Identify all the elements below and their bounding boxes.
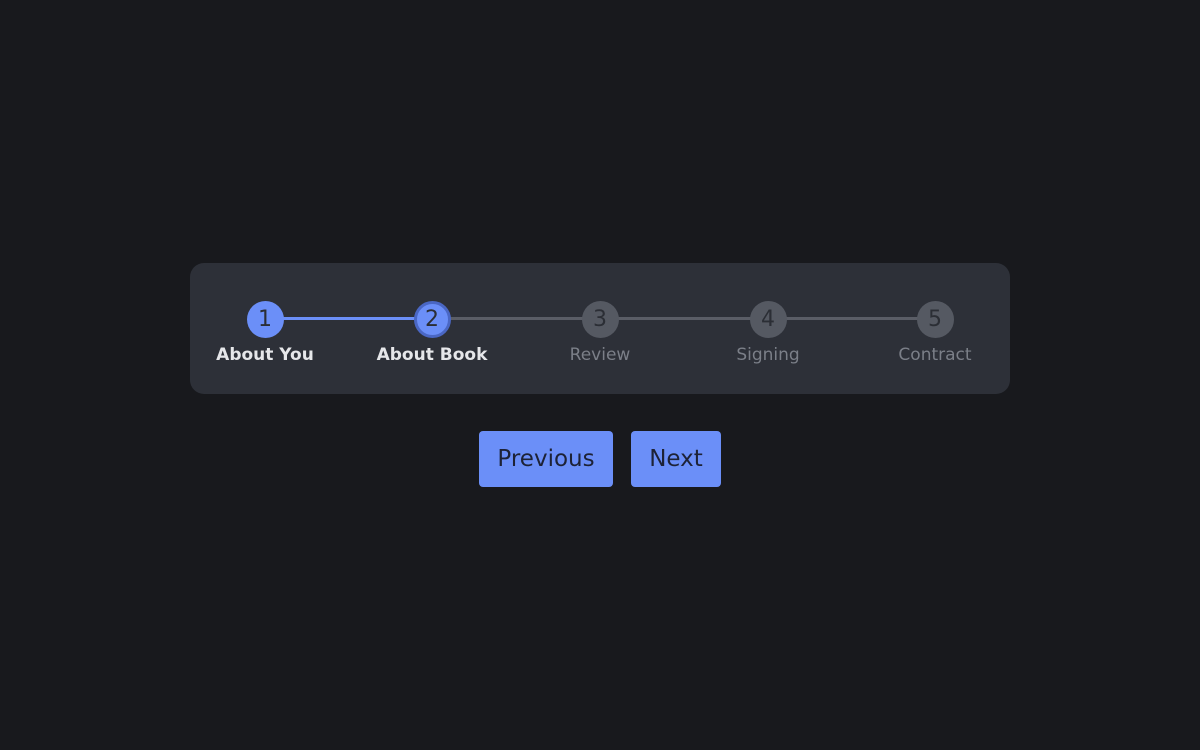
step-number: 1	[246, 301, 284, 338]
step-number: 2	[413, 301, 451, 338]
step-number: 4	[749, 301, 787, 338]
step-label: Signing	[736, 345, 800, 365]
step-label: Review	[569, 345, 631, 365]
step-label: About Book	[376, 345, 488, 365]
step-label: About You	[216, 345, 314, 365]
step-number: 3	[581, 301, 619, 338]
step-number: 5	[916, 301, 954, 338]
step-review[interactable]: 3 Review	[520, 301, 680, 365]
previous-button[interactable]: Previous	[479, 431, 613, 487]
next-button[interactable]: Next	[631, 431, 721, 487]
step-about-you[interactable]: 1 About You	[185, 301, 345, 365]
step-signing[interactable]: 4 Signing	[688, 301, 848, 365]
step-contract[interactable]: 5 Contract	[855, 301, 1015, 365]
step-label: Contract	[898, 345, 972, 365]
step-about-book[interactable]: 2 About Book	[352, 301, 512, 365]
